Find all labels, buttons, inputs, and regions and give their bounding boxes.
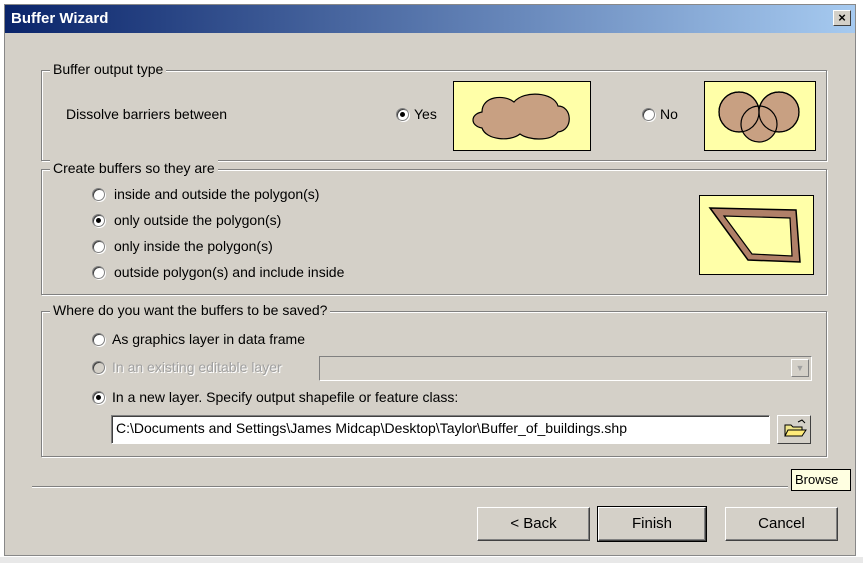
polygon-buffer-preview <box>699 195 814 275</box>
close-icon: × <box>838 10 846 25</box>
only-outside-label[interactable]: only outside the polygon(s) <box>114 212 281 228</box>
new-layer-label[interactable]: In a new layer. Specify output shapefile… <box>112 389 458 405</box>
window-title: Buffer Wizard <box>11 10 109 27</box>
back-button[interactable]: < Back <box>477 507 590 541</box>
existing-layer-radio[interactable] <box>92 361 105 374</box>
graphics-layer-label[interactable]: As graphics layer in data frame <box>112 331 305 347</box>
background-map-strip <box>0 557 863 563</box>
buffer-output-type-legend: Buffer output type <box>50 61 167 77</box>
dissolve-yes-radio[interactable] <box>396 108 409 121</box>
dissolved-buffer-preview <box>453 81 591 151</box>
dissolve-barriers-label: Dissolve barriers between <box>66 106 228 122</box>
buffer-wizard-dialog: Buffer Wizard × Buffer output type Disso… <box>4 4 856 556</box>
create-buffers-legend: Create buffers so they are <box>50 160 218 176</box>
graphics-layer-radio[interactable] <box>92 333 105 346</box>
save-location-group: Where do you want the buffers to be save… <box>41 302 827 457</box>
only-inside-radio[interactable] <box>92 240 105 253</box>
chevron-down-icon[interactable]: ▼ <box>791 359 809 377</box>
dissolve-no-radio[interactable] <box>642 108 655 121</box>
only-outside-radio[interactable] <box>92 214 105 227</box>
open-folder-icon <box>784 419 807 437</box>
only-inside-label[interactable]: only inside the polygon(s) <box>114 238 273 254</box>
outside-include-inside-radio[interactable] <box>92 266 105 279</box>
undissolved-buffer-preview <box>704 81 816 151</box>
inside-and-outside-radio[interactable] <box>92 188 105 201</box>
overlapping-circles-icon <box>718 91 800 143</box>
existing-layer-dropdown[interactable]: ▼ <box>319 356 812 381</box>
inside-and-outside-label[interactable]: inside and outside the polygon(s) <box>114 186 319 202</box>
browse-tooltip: Browse <box>791 469 851 491</box>
existing-layer-label: In an existing editable layer <box>112 359 282 375</box>
save-location-legend: Where do you want the buffers to be save… <box>50 302 331 318</box>
create-buffers-group: Create buffers so they are inside and ou… <box>41 160 827 295</box>
dissolve-yes-label[interactable]: Yes <box>414 106 437 122</box>
dissolve-no-label[interactable]: No <box>660 106 678 122</box>
dissolved-shapes-icon <box>472 93 570 140</box>
close-button[interactable]: × <box>833 10 851 26</box>
finish-button[interactable]: Finish <box>597 506 707 542</box>
browse-button[interactable] <box>777 415 811 444</box>
cancel-button[interactable]: Cancel <box>725 507 838 541</box>
dialog-separator <box>32 486 788 488</box>
new-layer-radio[interactable] <box>92 391 105 404</box>
buffer-output-type-group: Buffer output type Dissolve barriers bet… <box>41 61 827 161</box>
polygon-outline-icon <box>708 207 801 263</box>
output-path-field[interactable]: C:\Documents and Settings\James Midcap\D… <box>111 415 770 444</box>
title-bar[interactable]: Buffer Wizard × <box>5 5 855 33</box>
outside-include-inside-label[interactable]: outside polygon(s) and include inside <box>114 264 344 280</box>
